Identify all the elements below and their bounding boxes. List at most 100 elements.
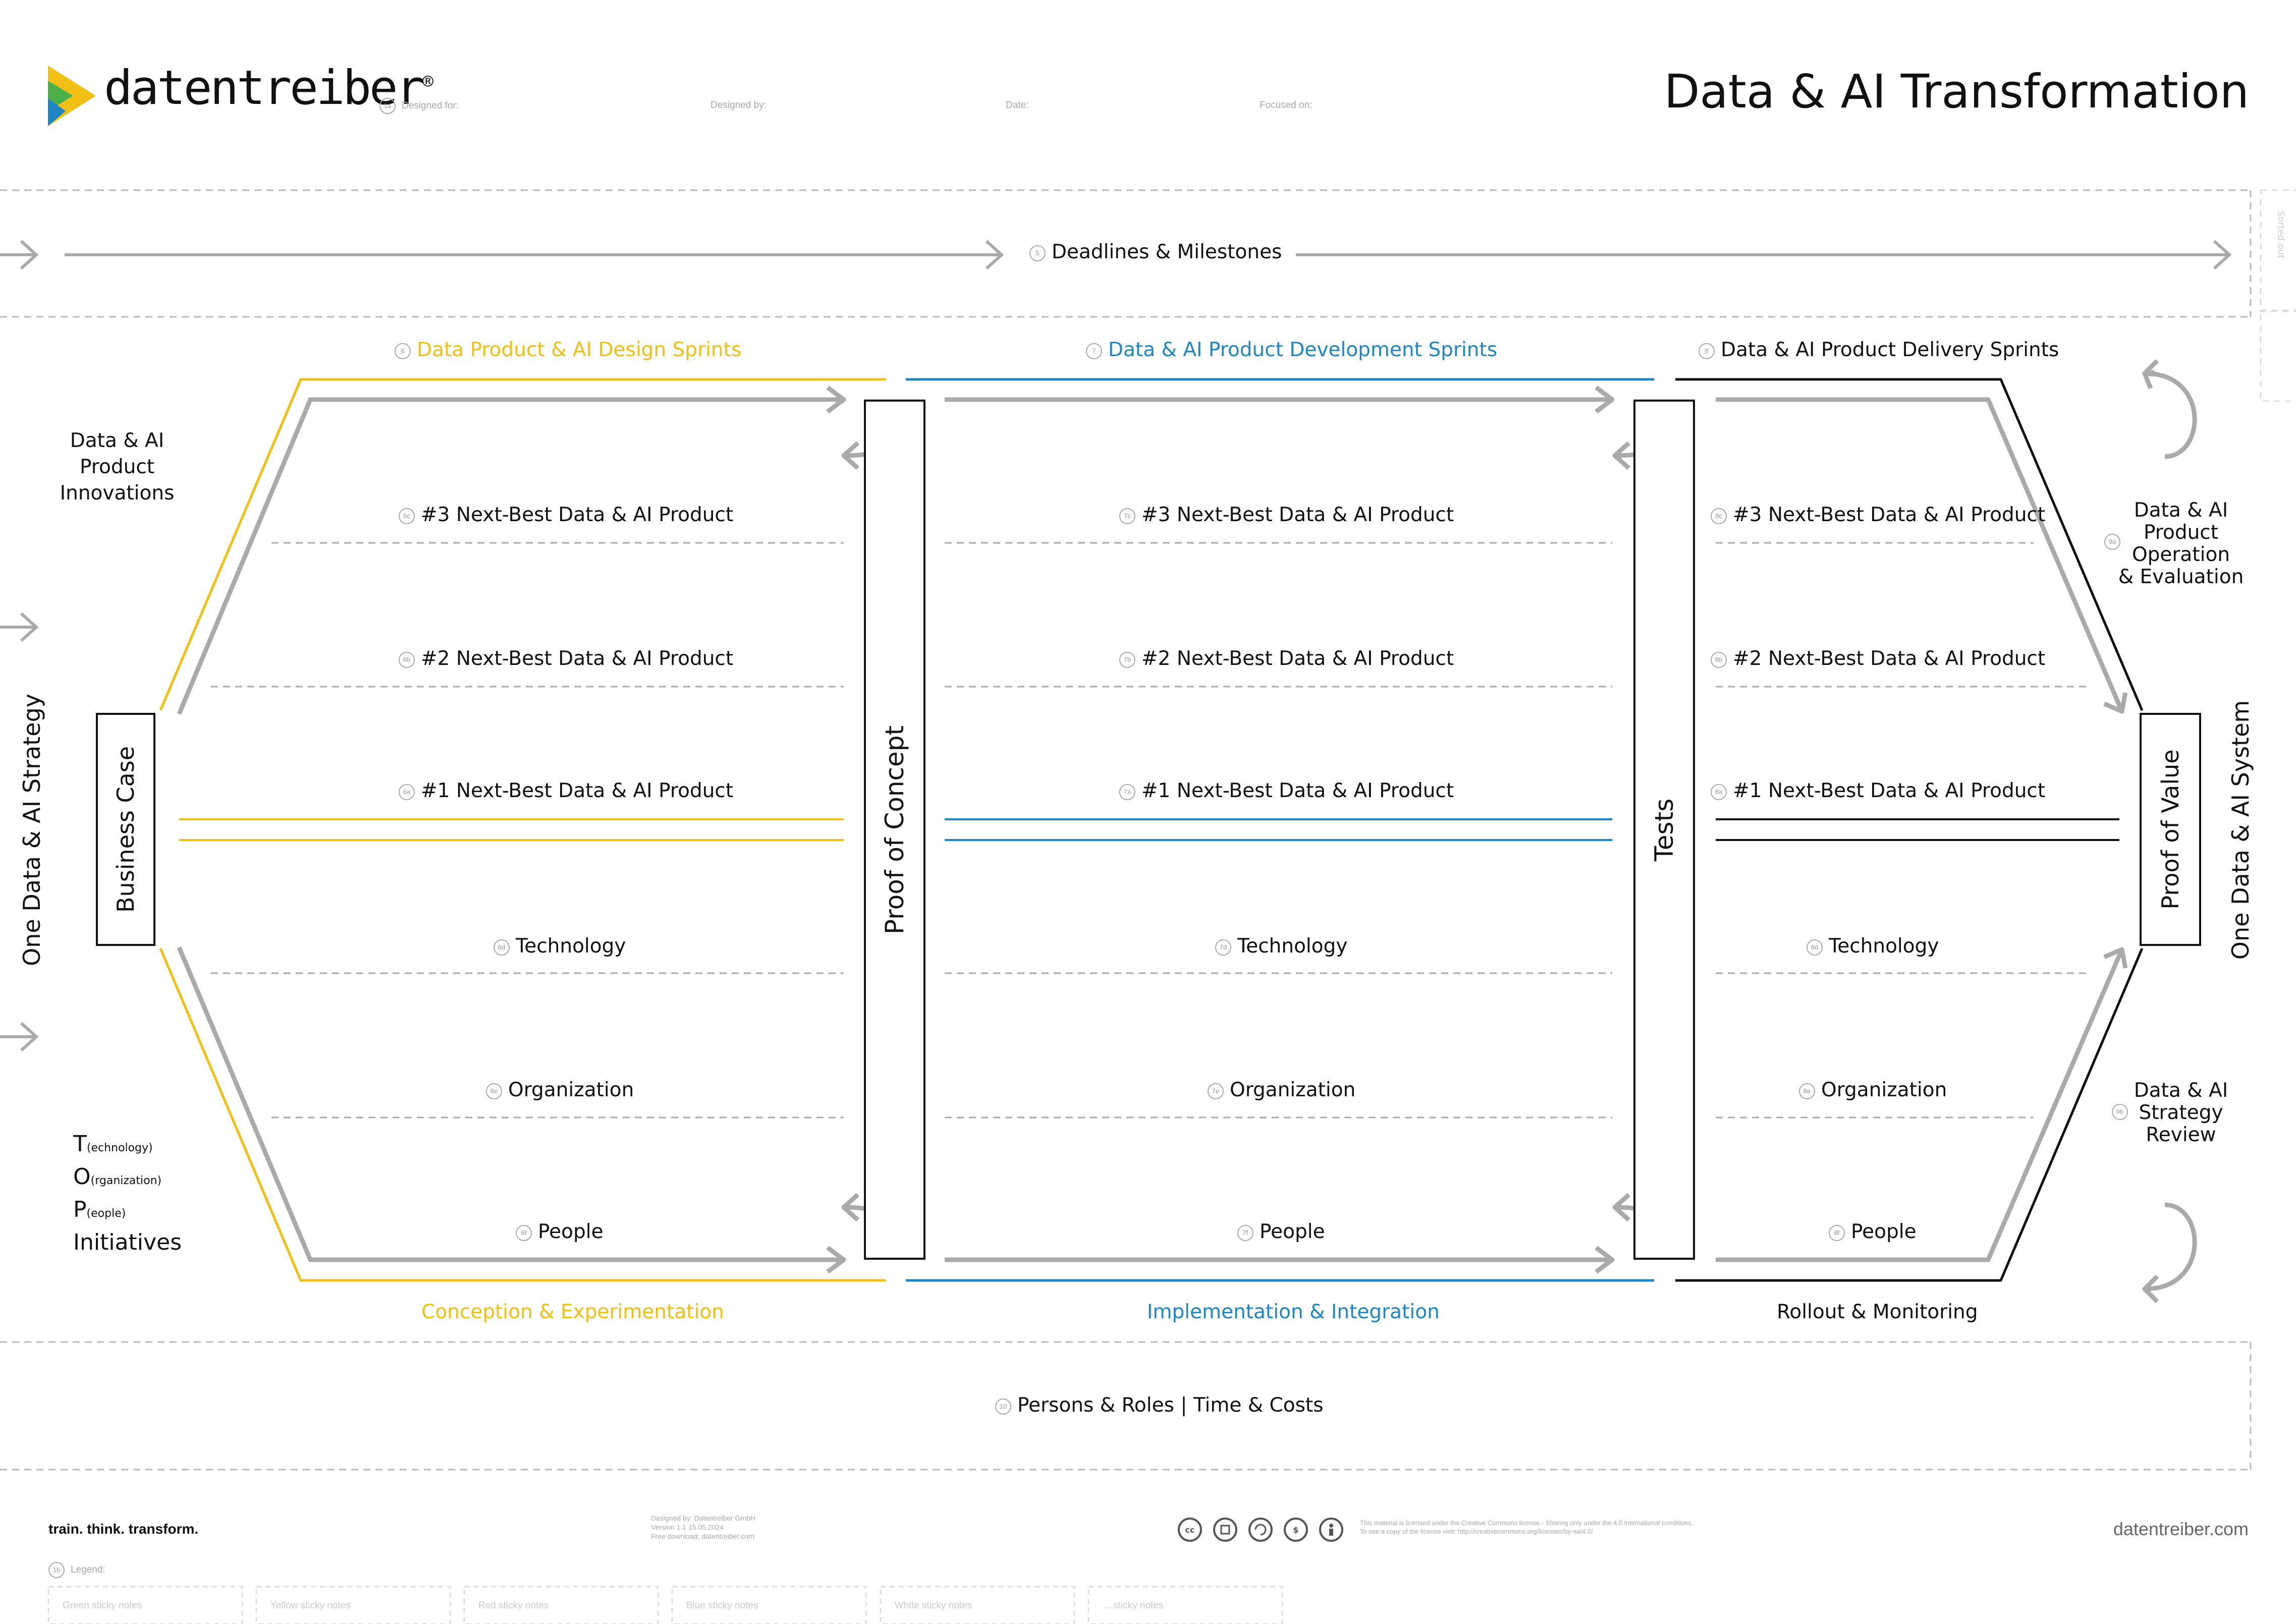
- row-text: #1 Next-Best Data & AI Product: [1733, 779, 2046, 802]
- legend-text: Legend:: [71, 1564, 105, 1576]
- col7-product-1-label[interactable]: 7a #1 Next-Best Data & AI Product: [1119, 779, 1454, 802]
- implementation-label: Implementation & Integration: [1147, 1301, 1440, 1323]
- row-text: #2 Next-Best Data & AI Product: [421, 647, 734, 670]
- legend-item[interactable]: ... sticky notes: [1103, 1600, 1163, 1611]
- development-sprints-number-badge: 7: [1086, 343, 1102, 359]
- row-number-badge: 8d: [1807, 939, 1823, 956]
- proof-of-value-label: Proof of Value: [2157, 749, 2184, 910]
- col7-technology-label[interactable]: 7d Technology: [1215, 935, 1347, 958]
- top-letter: O: [73, 1164, 91, 1190]
- row-number-badge: 7c: [1119, 508, 1135, 524]
- col8-product-2-label[interactable]: 8b #2 Next-Best Data & AI Product: [1711, 647, 2045, 670]
- tests-label: Tests: [1650, 798, 1679, 861]
- slogan: train. think. transform.: [48, 1521, 199, 1537]
- row-text: People: [1260, 1220, 1325, 1243]
- row-number-badge: 7f: [1237, 1224, 1253, 1241]
- legend-number-badge: 1b: [48, 1562, 65, 1578]
- left-arrow-2: [0, 1022, 39, 1052]
- business-case-box[interactable]: Business Case: [96, 713, 155, 946]
- license-line: To see a copy of the license visit: http…: [1360, 1528, 1593, 1535]
- row-text: Technology: [1237, 935, 1348, 958]
- legend-item[interactable]: White sticky notes: [895, 1600, 972, 1611]
- system-label: One Data & AI System: [2227, 700, 2254, 960]
- col7-people-label[interactable]: 7f People: [1237, 1220, 1325, 1243]
- col6-organization-label[interactable]: 6e Organization: [486, 1079, 634, 1101]
- row-text: #1 Next-Best Data & AI Product: [1141, 779, 1454, 802]
- col6-product-2-label[interactable]: 6b #2 Next-Best Data & AI Product: [399, 647, 733, 670]
- rollout-label: Rollout & Monitoring: [1777, 1301, 1978, 1323]
- row-number-badge: 6c: [399, 508, 415, 524]
- row-number-badge: 8c: [1711, 508, 1727, 524]
- review-number-badge: 9b: [2112, 1104, 2134, 1120]
- row-number-badge: 8a: [1711, 783, 1727, 800]
- col7-organization-label[interactable]: 7e Organization: [1208, 1079, 1355, 1101]
- col8-product-1-label[interactable]: 8a #1 Next-Best Data & AI Product: [1711, 779, 2045, 802]
- row-text: #3 Next-Best Data & AI Product: [1141, 503, 1454, 526]
- row-text: Technology: [1829, 935, 1939, 958]
- legend-item[interactable]: Yellow sticky notes: [270, 1600, 351, 1611]
- operation-line: Data & AI: [2134, 499, 2228, 522]
- tests-box[interactable]: Tests: [1633, 400, 1695, 1260]
- col8-product-3-label[interactable]: 8c #3 Next-Best Data & AI Product: [1711, 503, 2045, 526]
- development-sprints-text: Data & AI Product Development Sprints: [1108, 339, 1498, 361]
- initiatives-text: Initiatives: [73, 1229, 182, 1255]
- development-sprints-header[interactable]: 7 Data & AI Product Development Sprints: [1086, 339, 1497, 361]
- col8-organization-label[interactable]: 8e Organization: [1799, 1079, 1947, 1101]
- legend-label: 1b Legend:: [48, 1562, 105, 1578]
- strategy-label: One Data & AI Strategy: [18, 694, 45, 966]
- deadlines-number-badge: 5: [1029, 245, 1046, 261]
- proof-of-value-box[interactable]: Proof of Value: [2140, 713, 2201, 946]
- review-line: Data & AI: [2134, 1079, 2228, 1102]
- col6-people-label[interactable]: 6f People: [516, 1220, 604, 1243]
- col6-product-3-label[interactable]: 6c #3 Next-Best Data & AI Product: [399, 503, 733, 526]
- row-text: #2 Next-Best Data & AI Product: [1141, 647, 1454, 670]
- design-sprints-number-badge: 6: [395, 343, 411, 359]
- license-icons: cc $: [1176, 1516, 1362, 1546]
- row-number-badge: 6b: [399, 651, 415, 668]
- legend-item[interactable]: Green sticky notes: [63, 1600, 142, 1611]
- legend-item[interactable]: Red sticky notes: [478, 1600, 549, 1611]
- deadlines-arrow-left: [0, 240, 39, 270]
- top-suffix: (rganization): [90, 1174, 162, 1187]
- row-number-badge: 6a: [399, 783, 415, 800]
- svg-text:$: $: [1293, 1525, 1298, 1535]
- business-case-label: Business Case: [112, 746, 139, 913]
- creative-commons-icons: cc $: [1178, 1518, 1343, 1542]
- col8-people-label[interactable]: 8f People: [1829, 1220, 1917, 1243]
- design-sprints-header[interactable]: 6 Data Product & AI Design Sprints: [395, 339, 741, 361]
- license-line: This material is licensed under the Crea…: [1360, 1519, 1693, 1527]
- persons-text: Persons & Roles | Time & Costs: [1017, 1394, 1324, 1417]
- innovations-label: Data & AI Product Innovations: [60, 428, 175, 507]
- delivery-sprints-text: Data & AI Product Delivery Sprints: [1721, 339, 2059, 361]
- row-text: #1 Next-Best Data & AI Product: [421, 779, 734, 802]
- row-number-badge: 7d: [1215, 939, 1231, 956]
- row-text: Organization: [1230, 1079, 1356, 1101]
- sa-icon: [1248, 1518, 1273, 1542]
- innovations-line: Product: [79, 456, 155, 478]
- proof-of-concept-box[interactable]: Proof of Concept: [864, 400, 925, 1260]
- col7-product-3-label[interactable]: 7c #3 Next-Best Data & AI Product: [1119, 503, 1454, 526]
- review-line: Review: [2146, 1124, 2216, 1146]
- delivery-sprints-number-badge: 8: [1699, 343, 1715, 359]
- deadlines-milestones-label[interactable]: 5 Deadlines & Milestones: [1029, 241, 1282, 263]
- persons-roles-label[interactable]: 10 Persons & Roles | Time & Costs: [995, 1394, 1324, 1417]
- row-text: #2 Next-Best Data & AI Product: [1733, 647, 2046, 670]
- proof-of-concept-label: Proof of Concept: [880, 725, 909, 934]
- legend-item[interactable]: Blue sticky notes: [686, 1600, 758, 1611]
- operation-line: Product: [2143, 521, 2219, 544]
- col8-technology-label[interactable]: 8d Technology: [1807, 935, 1939, 958]
- col7-product-2-label[interactable]: 7b #2 Next-Best Data & AI Product: [1119, 647, 1454, 670]
- row-number-badge: 7b: [1119, 651, 1135, 668]
- row-text: Technology: [516, 935, 626, 958]
- col6-technology-label[interactable]: 6d Technology: [494, 935, 626, 958]
- row-number-badge: 8f: [1829, 1224, 1845, 1241]
- row-number-badge: 6d: [494, 939, 510, 956]
- website-link[interactable]: datentreiber.com: [2113, 1519, 2249, 1540]
- col6-product-1-label[interactable]: 6a #1 Next-Best Data & AI Product: [399, 779, 733, 802]
- operation-line: & Evaluation: [2118, 566, 2244, 588]
- innovations-line: Innovations: [60, 482, 175, 505]
- badge: 9b: [2112, 1104, 2128, 1120]
- operation-line: Operation: [2131, 543, 2230, 566]
- delivery-sprints-header[interactable]: 8 Data & AI Product Delivery Sprints: [1699, 339, 2059, 361]
- row-text: Organization: [1821, 1079, 1947, 1101]
